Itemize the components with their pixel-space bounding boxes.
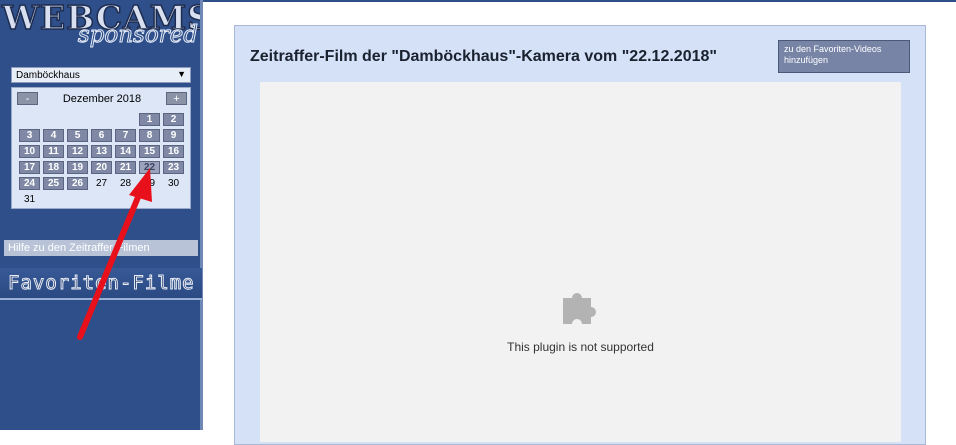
next-month-button[interactable]: + [166,92,187,105]
calendar-grid: 1 2 3 4 5 6 7 8 9 10 11 12 13 14 15 16 17 18 19 20 21 22 23 24 2… [12,110,192,208]
logo-text-sponsored: sponsored [77,22,198,49]
calendar-day-4[interactable]: 4 [43,129,64,142]
calendar-day-18[interactable]: 18 [43,161,64,174]
video-plugin-area[interactable]: This plugin is not supported [260,82,901,442]
calendar-day-6[interactable]: 6 [91,129,112,142]
calendar-day-20[interactable]: 20 [91,161,112,174]
calendar-day-14[interactable]: 14 [115,145,136,158]
calendar-day-25[interactable]: 25 [43,177,64,190]
webcams-logo[interactable]: WEBCAMS sponsored [0,0,200,62]
calendar-day-19[interactable]: 19 [67,161,88,174]
calendar-day-2[interactable]: 2 [163,113,184,126]
calendar-day-26[interactable]: 26 [67,177,88,190]
calendar-day-16[interactable]: 16 [163,145,184,158]
calendar-day-28: 28 [119,178,132,189]
favorite-films-label: Favoriten-Filme [8,272,195,295]
calendar-day-24[interactable]: 24 [19,177,40,190]
calendar-day-3[interactable]: 3 [19,129,40,142]
calendar-day-7[interactable]: 7 [115,129,136,142]
calendar-day-8[interactable]: 8 [139,129,160,142]
calendar-day-13[interactable]: 13 [91,145,112,158]
puzzle-piece-icon [563,292,596,324]
calendar-day-21[interactable]: 21 [115,161,136,174]
plugin-unsupported-message: This plugin is not supported [507,340,654,354]
calendar-day-23[interactable]: 23 [163,161,184,174]
favorite-films-link[interactable]: Favoriten-Filme [0,268,202,300]
calendar-day-11[interactable]: 11 [43,145,64,158]
calendar-day-22[interactable]: 22 [139,161,160,174]
calendar: - Dezember 2018 + 1 2 3 4 5 6 7 8 9 10 11 12 13 14 15 1… [11,87,191,209]
calendar-day-10[interactable]: 10 [19,145,40,158]
calendar-day-17[interactable]: 17 [19,161,40,174]
calendar-day-9[interactable]: 9 [163,129,184,142]
calendar-day-30: 30 [167,178,180,189]
calendar-day-5[interactable]: 5 [67,129,88,142]
camera-select[interactable]: Damböckhaus ▼ [11,67,191,83]
sidebar-edge [200,0,203,430]
calendar-day-29: 29 [143,178,156,189]
calendar-day-1[interactable]: 1 [139,113,160,126]
help-timelapse-link[interactable]: Hilfe zu den Zeitraffer-Filmen [4,240,198,256]
calendar-day-12[interactable]: 12 [67,145,88,158]
page-title: Zeitraffer-Film der "Damböckhaus"-Kamera… [250,48,717,65]
add-to-favorites-button[interactable]: zu den Favoriten-Videos hinzufügen [778,40,910,73]
top-border [203,0,956,2]
calendar-day-27: 27 [95,178,108,189]
camera-select-value: Damböckhaus [16,70,80,81]
calendar-month-label: Dezember 2018 [62,93,142,105]
calendar-day-15[interactable]: 15 [139,145,160,158]
sidebar: WEBCAMS sponsored Damböckhaus ▼ - Dezemb… [0,0,203,430]
video-panel: Zeitraffer-Film der "Damböckhaus"-Kamera… [234,25,926,445]
calendar-day-31: 31 [23,194,36,205]
dropdown-arrow-icon: ▼ [177,69,186,79]
